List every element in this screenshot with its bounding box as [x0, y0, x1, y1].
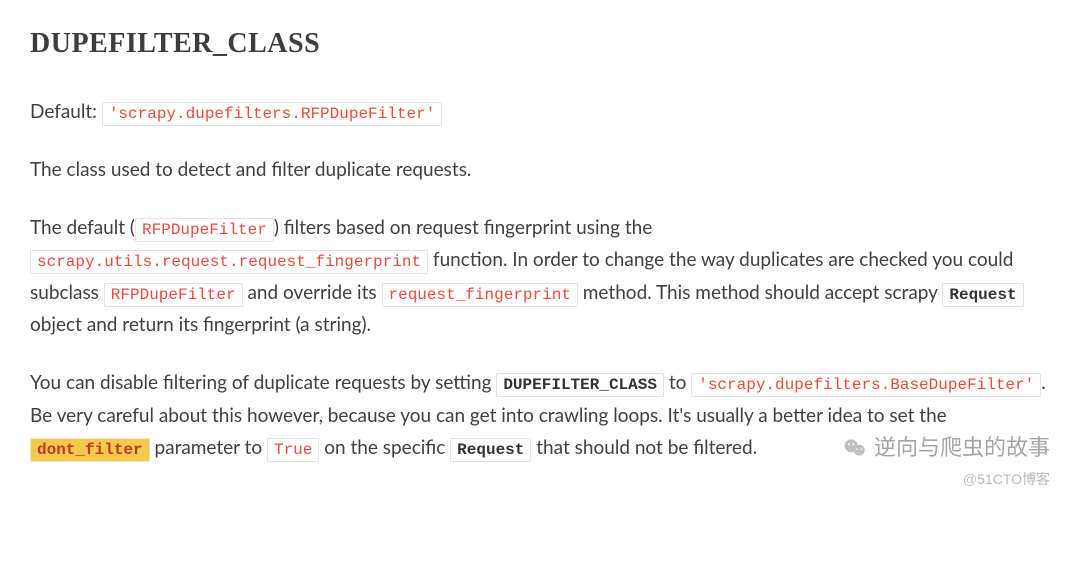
text-segment: and override its [243, 281, 382, 304]
text-segment: ) filters based on request fingerprint u… [274, 216, 652, 239]
text-segment: parameter to [150, 436, 267, 459]
text-segment: that should not be filtered. [531, 436, 757, 459]
text-segment: object and return its fingerprint (a str… [30, 313, 371, 336]
code-request-fingerprint: request_fingerprint [382, 283, 578, 307]
text-segment: method. This method should accept scrapy [578, 281, 942, 304]
paragraph-disable-filtering: You can disable filtering of duplicate r… [30, 367, 1050, 464]
text-segment: to [664, 371, 691, 394]
watermark-footer: @51CTO博客 [963, 468, 1050, 492]
code-dont-filter: dont_filter [30, 438, 150, 462]
code-request-class: Request [450, 438, 531, 462]
text-segment: The default ( [30, 216, 135, 239]
paragraph-default-behavior: The default (RFPDupeFilter) filters base… [30, 212, 1050, 341]
code-default-value: 'scrapy.dupefilters.RFPDupeFilter' [102, 102, 442, 126]
code-rfpdupefilter: RFPDupeFilter [104, 283, 243, 307]
paragraph-default: Default: 'scrapy.dupefilters.RFPDupeFilt… [30, 96, 1050, 128]
code-fingerprint-func: scrapy.utils.request.request_fingerprint [30, 250, 428, 274]
text-segment: on the specific [319, 436, 450, 459]
text-segment: You can disable filtering of duplicate r… [30, 371, 496, 394]
code-basedupefilter: 'scrapy.dupefilters.BaseDupeFilter' [691, 373, 1041, 397]
code-true: True [267, 438, 319, 462]
code-request-class: Request [942, 283, 1023, 307]
default-label: Default: [30, 100, 102, 123]
code-dupefilter-class: DUPEFILTER_CLASS [496, 373, 664, 397]
paragraph-description: The class used to detect and filter dupl… [30, 154, 1050, 186]
section-heading: DUPEFILTER_CLASS [30, 20, 1050, 68]
code-rfpdupefilter: RFPDupeFilter [135, 218, 274, 242]
